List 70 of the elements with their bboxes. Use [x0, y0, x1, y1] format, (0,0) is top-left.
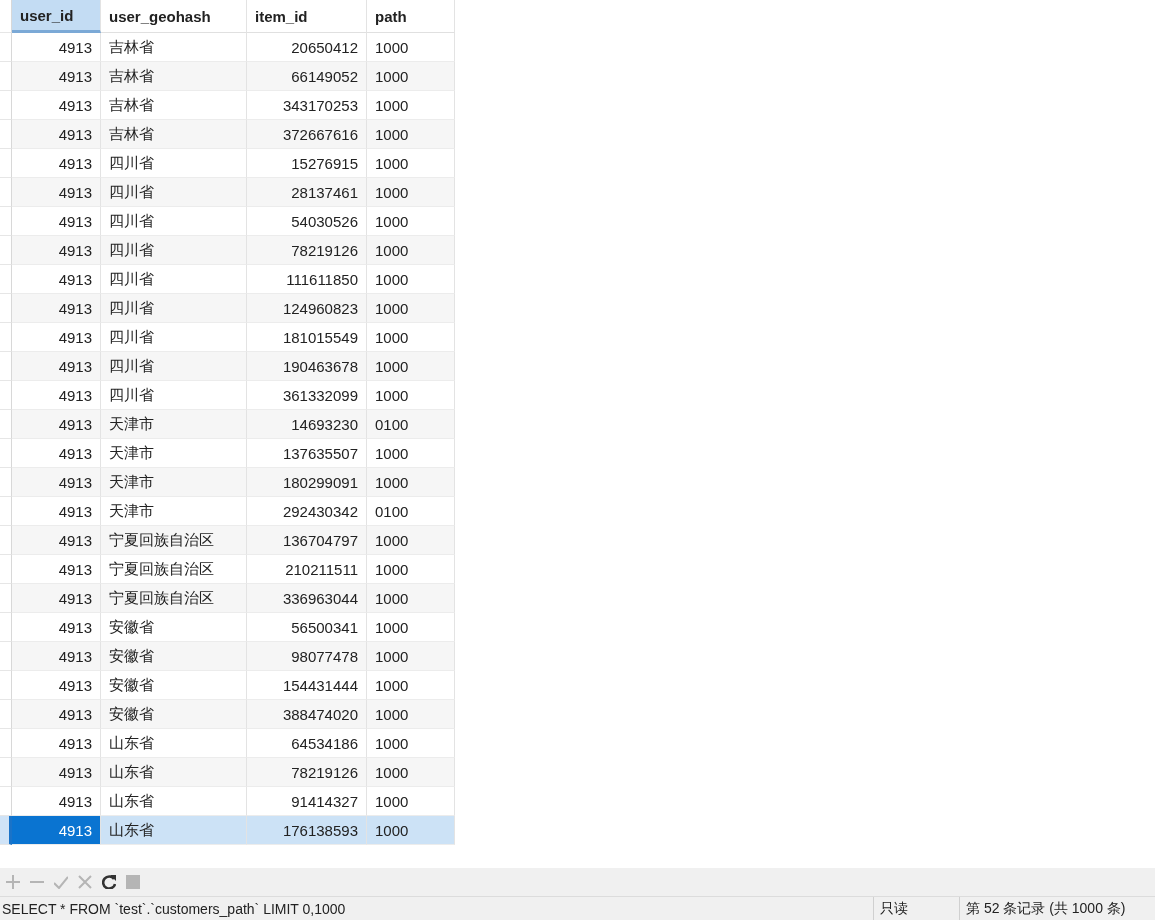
stop-icon	[126, 875, 140, 889]
column-header[interactable]: user_geohash	[101, 0, 247, 33]
table-cell: 1000	[367, 62, 455, 91]
table-cell: 1000	[367, 642, 455, 671]
table-cell: 78219126	[247, 236, 367, 265]
table-cell: 四川省	[101, 236, 247, 265]
table-cell: 天津市	[101, 410, 247, 439]
table-cell: 4913	[12, 700, 101, 729]
table-cell: 4913	[12, 294, 101, 323]
table-cell: 1000	[367, 294, 455, 323]
check-icon	[54, 875, 68, 889]
table-cell: 4913	[12, 468, 101, 497]
add-icon	[6, 875, 20, 889]
column-header[interactable]: path	[367, 0, 455, 33]
table-cell: 4913	[12, 352, 101, 381]
table-cell: 1000	[367, 120, 455, 149]
table-cell: 四川省	[101, 352, 247, 381]
table-cell: 1000	[367, 816, 455, 845]
table-cell: 388474020	[247, 700, 367, 729]
query-text: SELECT * FROM `test`.`customers_path` LIMIT 0,1000	[1, 900, 347, 917]
table-cell: 1000	[367, 526, 455, 555]
table-cell: 1000	[367, 236, 455, 265]
table-cell: 66149052	[247, 62, 367, 91]
table-cell: 0100	[367, 410, 455, 439]
table-cell: 4913	[12, 178, 101, 207]
table-cell: 四川省	[101, 294, 247, 323]
table-cell: 4913	[12, 410, 101, 439]
table-cell: 1000	[367, 352, 455, 381]
table-cell: 4913	[12, 120, 101, 149]
table-cell: 176138593	[247, 816, 367, 845]
table-cell: 1000	[367, 468, 455, 497]
table-cell: 山东省	[101, 758, 247, 787]
table-cell: 宁夏回族自治区	[101, 584, 247, 613]
table-cell: 336963044	[247, 584, 367, 613]
table-cell: 4913	[12, 526, 101, 555]
table-cell: 4913	[12, 584, 101, 613]
table-cell: 372667616	[247, 120, 367, 149]
table-cell: 安徽省	[101, 642, 247, 671]
table-cell: 1000	[367, 758, 455, 787]
table-cell: 四川省	[101, 178, 247, 207]
close-icon	[78, 875, 92, 889]
table-cell: 山东省	[101, 816, 247, 845]
table-cell: 1000	[367, 584, 455, 613]
table-cell: 14693230	[247, 410, 367, 439]
table-cell: 4913	[12, 758, 101, 787]
column-header[interactable]: user_id	[12, 0, 101, 33]
table-cell: 180299091	[247, 468, 367, 497]
table-cell: 天津市	[101, 468, 247, 497]
table-cell: 宁夏回族自治区	[101, 526, 247, 555]
table-cell: 124960823	[247, 294, 367, 323]
mode-label: 只读	[873, 897, 959, 920]
table-cell: 78219126	[247, 758, 367, 787]
table-cell: 1000	[367, 178, 455, 207]
row-marker[interactable]	[0, 816, 12, 845]
table-cell: 4913	[12, 62, 101, 91]
table-cell: 28137461	[247, 178, 367, 207]
table-cell: 吉林省	[101, 120, 247, 149]
record-count: 第 52 条记录 (共 1000 条)	[959, 897, 1155, 920]
table-cell: 吉林省	[101, 62, 247, 91]
table-cell: 4913	[12, 236, 101, 265]
toolbar-button[interactable]	[100, 873, 118, 891]
table-cell: 安徽省	[101, 700, 247, 729]
table-cell: 4913	[12, 642, 101, 671]
table-cell: 190463678	[247, 352, 367, 381]
table-cell: 4913	[12, 816, 101, 845]
refresh-icon	[102, 875, 116, 889]
column-header[interactable]: item_id	[247, 0, 367, 33]
table-cell: 136704797	[247, 526, 367, 555]
table-cell: 1000	[367, 700, 455, 729]
table-cell: 98077478	[247, 642, 367, 671]
